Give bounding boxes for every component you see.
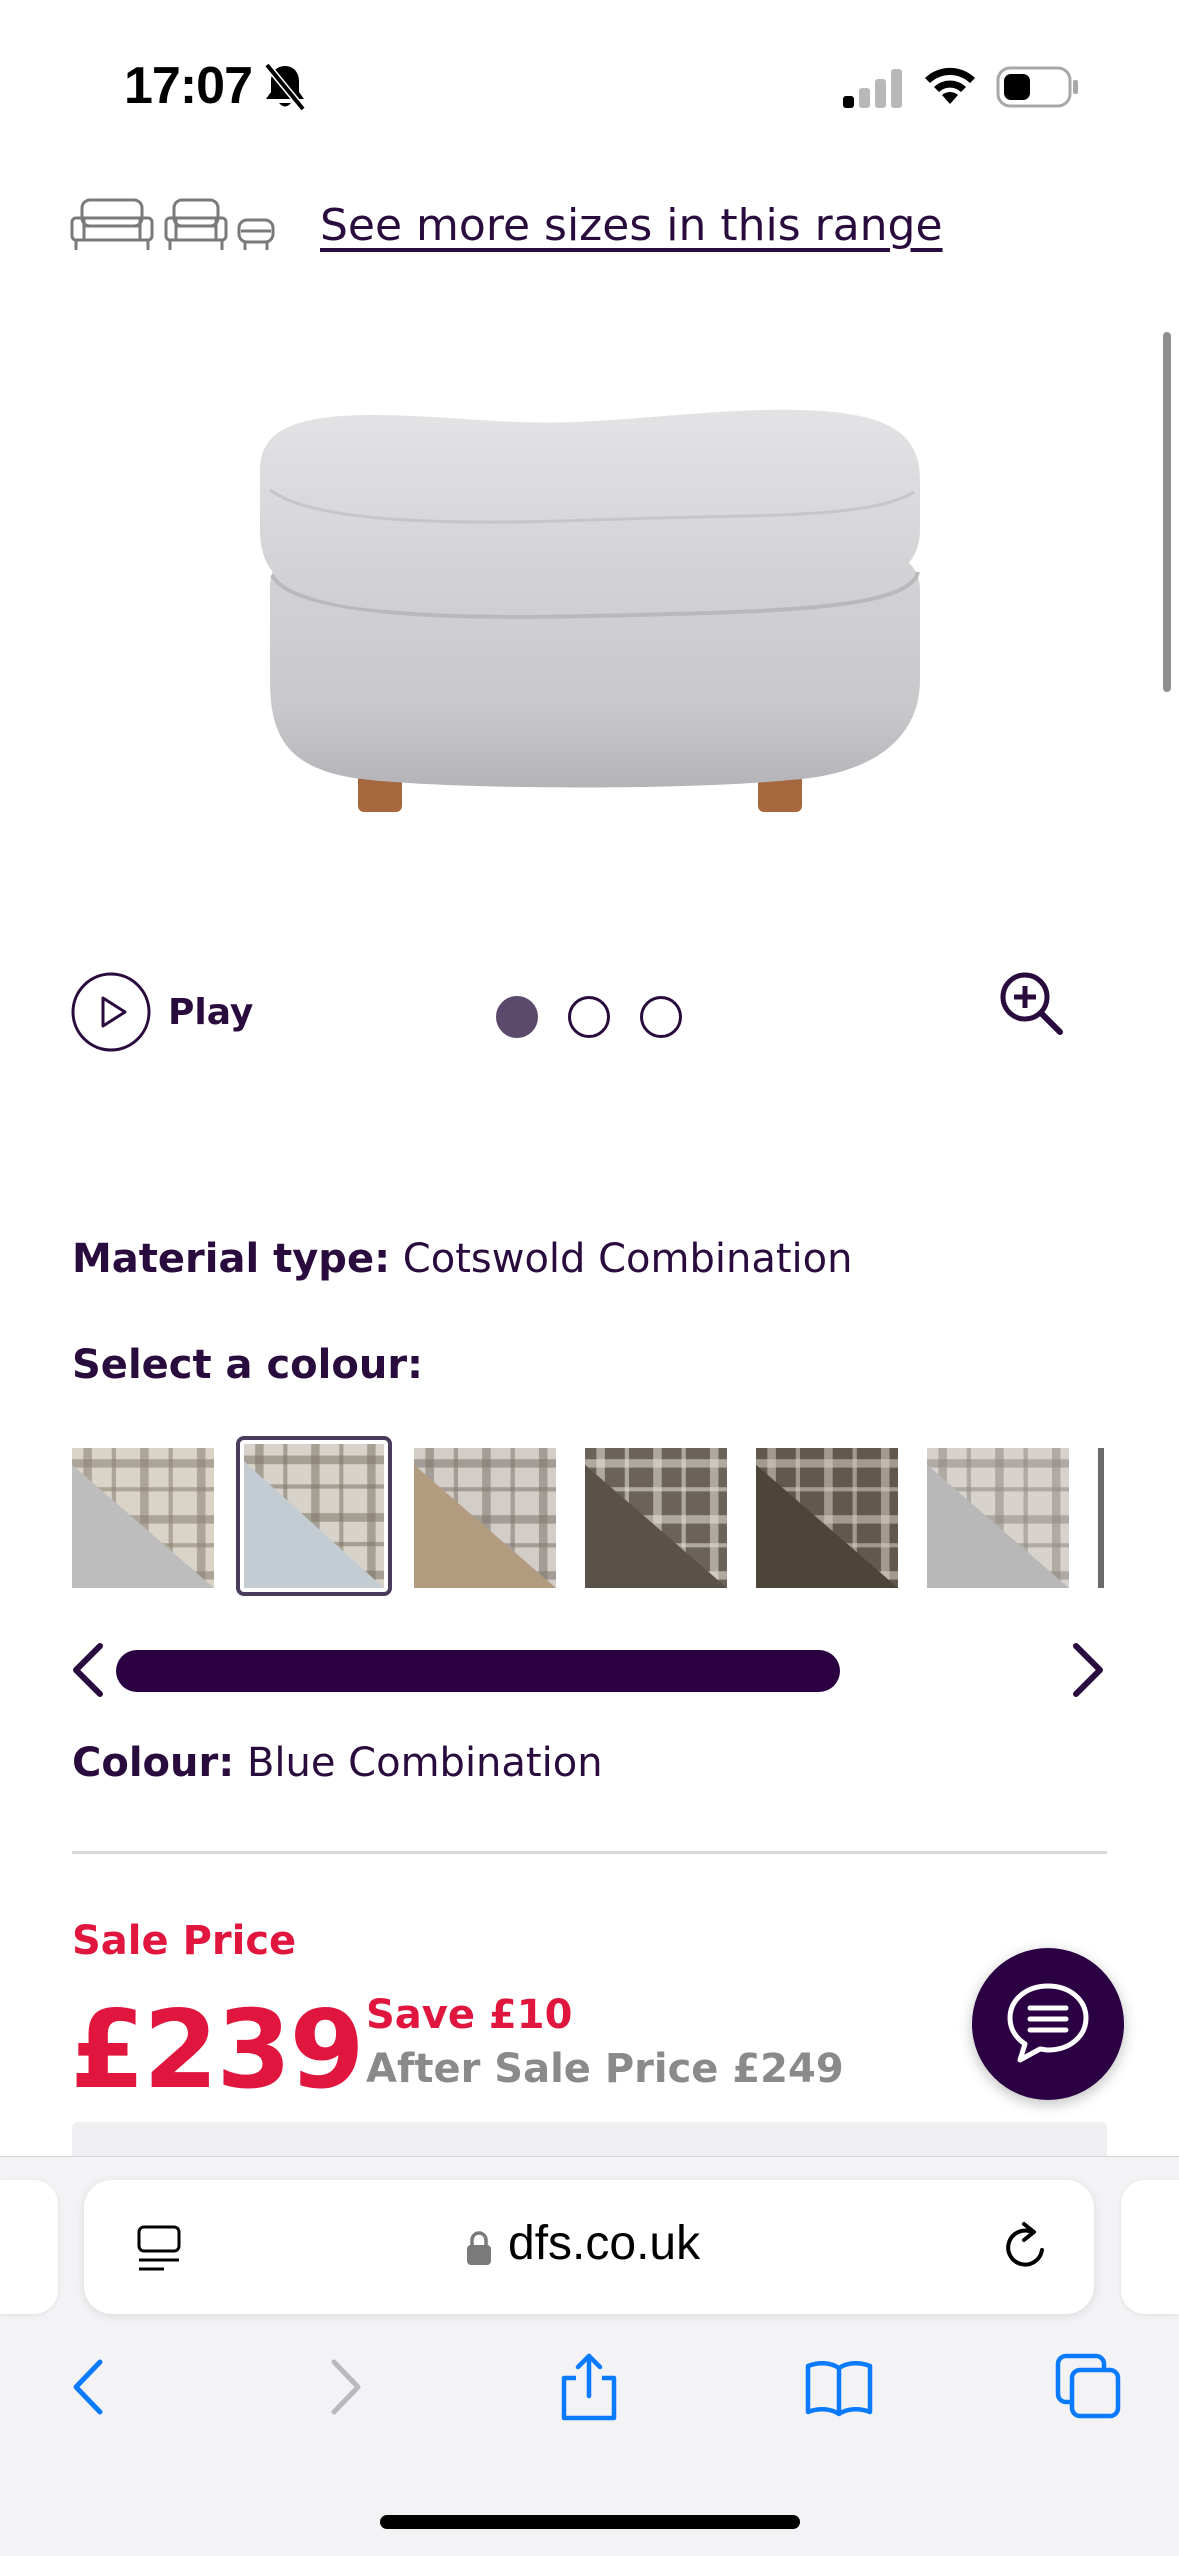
lock-icon <box>467 2231 491 2265</box>
carousel-dot-2[interactable] <box>568 996 610 1038</box>
wifi-icon <box>925 67 975 104</box>
url-text[interactable]: dfs.co.uk <box>508 2216 700 2271</box>
price-value: £239 <box>70 1988 365 2113</box>
chat-button[interactable] <box>972 1948 1124 2100</box>
material-type-value: Cotswold Combination <box>402 1236 853 1282</box>
status-bar: 17:07 <box>0 0 1179 150</box>
select-colour-heading: Select a colour: <box>72 1342 424 1388</box>
play-icon <box>71 972 151 1052</box>
carousel-dot-1[interactable] <box>496 996 538 1038</box>
back-icon[interactable] <box>56 2352 126 2422</box>
colour-swatch-brown-check[interactable] <box>756 1448 898 1588</box>
divider <box>72 1851 1107 1854</box>
colour-swatch-dark-brown-check[interactable] <box>585 1448 727 1588</box>
next-tab-preview[interactable] <box>1121 2180 1179 2314</box>
tabs-icon[interactable] <box>1054 2352 1124 2422</box>
sale-price-label: Sale Price <box>72 1918 297 1964</box>
signal-icon <box>843 69 902 108</box>
swatch-pattern <box>756 1448 898 1588</box>
reload-icon[interactable] <box>1002 2220 1050 2272</box>
status-time: 17:07 <box>124 57 253 115</box>
bookmarks-icon[interactable] <box>804 2352 874 2422</box>
colour-swatch-grey-check[interactable] <box>72 1448 214 1588</box>
carousel-dot-3[interactable] <box>640 996 682 1038</box>
forward-icon[interactable] <box>308 2352 378 2422</box>
previous-tab-preview[interactable] <box>0 2180 58 2314</box>
colour-swatch-strip <box>72 1436 1112 1596</box>
battery-icon <box>996 66 1078 108</box>
colour-swatch-next-partial[interactable] <box>1098 1448 1104 1588</box>
play-label: Play <box>168 991 254 1033</box>
zoom-in-icon[interactable] <box>998 970 1064 1036</box>
colour-swatch-beige-check[interactable] <box>414 1448 556 1588</box>
swatch-scrollbar[interactable] <box>116 1650 840 1692</box>
swatch-pattern <box>72 1448 214 1588</box>
sofa-large-icon[interactable] <box>70 196 154 252</box>
swatch-scroll-right-icon[interactable] <box>1066 1640 1112 1700</box>
page-scroll-indicator <box>1163 332 1171 692</box>
colour-swatch-light-grey-check[interactable] <box>927 1448 1069 1588</box>
image-carousel-dots <box>496 996 682 1038</box>
selected-colour: Colour: Blue Combination <box>72 1740 603 1786</box>
colour-swatch-blue-check[interactable] <box>236 1436 392 1596</box>
material-type-label: Material type: <box>72 1236 391 1282</box>
swatch-pattern <box>244 1444 384 1588</box>
chat-icon <box>1007 1983 1089 2063</box>
offer-panel <box>72 2122 1107 2158</box>
bell-muted-icon <box>264 62 306 112</box>
swatch-pattern <box>585 1448 727 1588</box>
sofa-medium-icon[interactable] <box>164 196 228 252</box>
swatch-scroll-left-icon[interactable] <box>64 1640 110 1700</box>
material-type: Material type: Cotswold Combination <box>72 1236 852 1282</box>
page-menu-icon[interactable] <box>136 2224 182 2274</box>
home-indicator <box>380 2515 800 2529</box>
swatch-pattern <box>414 1448 556 1588</box>
after-sale-price: After Sale Price £249 <box>366 2046 844 2092</box>
see-more-sizes-link[interactable]: See more sizes in this range <box>320 200 943 251</box>
selected-colour-label: Colour: <box>72 1740 235 1786</box>
save-amount: Save £10 <box>366 1992 573 2038</box>
selected-colour-value: Blue Combination <box>246 1740 603 1786</box>
share-icon[interactable] <box>554 2352 624 2422</box>
footstool-icon[interactable] <box>236 196 276 252</box>
swatch-pattern <box>927 1448 1069 1588</box>
play-button[interactable]: Play <box>70 971 253 1053</box>
product-image[interactable] <box>230 380 950 840</box>
